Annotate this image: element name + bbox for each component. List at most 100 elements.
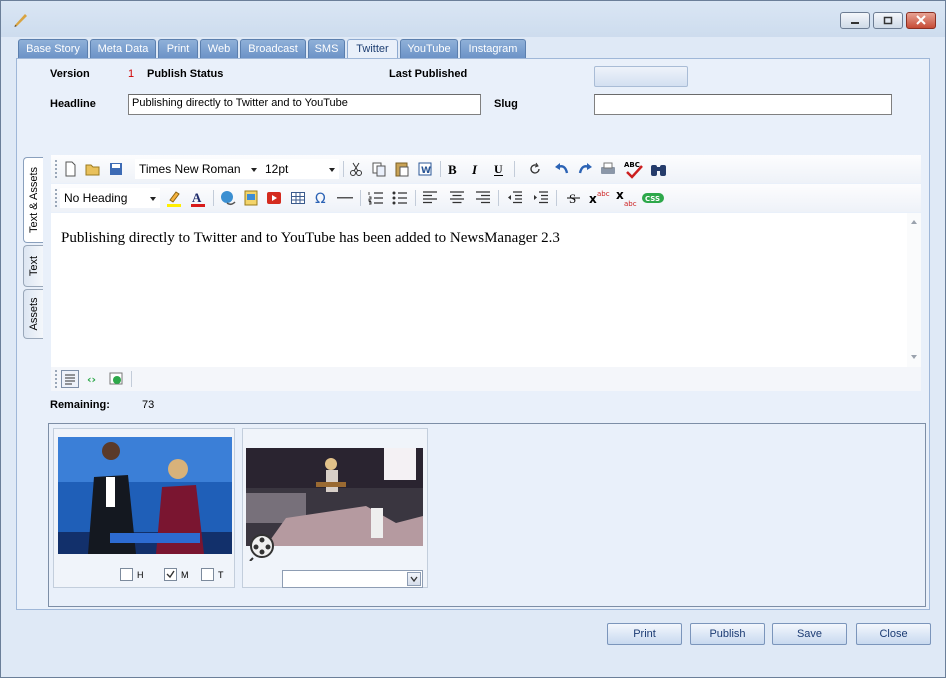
redo-icon[interactable] <box>576 160 594 178</box>
underline-icon[interactable]: U <box>490 160 508 178</box>
main-window: Base Story Meta Data Print Web Broadcast… <box>0 0 946 678</box>
align-left-icon[interactable] <box>421 189 439 207</box>
svg-text:abc: abc <box>624 200 637 207</box>
design-view-icon[interactable] <box>61 370 79 388</box>
side-tab-assets[interactable]: Assets <box>23 289 43 339</box>
save-icon[interactable] <box>107 160 125 178</box>
headline-input[interactable]: Publishing directly to Twitter and to Yo… <box>128 94 481 115</box>
highlight-color-icon[interactable] <box>165 189 183 207</box>
close-button[interactable]: Close <box>856 623 931 645</box>
cut-icon[interactable] <box>347 160 365 178</box>
side-tab-text-assets-label: Text & Assets <box>27 166 40 234</box>
side-tab-text-assets[interactable]: Text & Assets <box>23 157 43 243</box>
checkbox-t[interactable] <box>201 568 214 581</box>
close-window-button[interactable] <box>906 12 936 29</box>
svg-text:A: A <box>192 190 202 205</box>
image-asset-card[interactable]: H M T <box>53 428 235 588</box>
print-button[interactable]: Print <box>607 623 682 645</box>
tab-broadcast[interactable]: Broadcast <box>240 39 306 59</box>
tab-web[interactable]: Web <box>200 39 238 59</box>
css-icon[interactable]: CSS <box>641 189 665 207</box>
special-character-icon[interactable]: Ω <box>312 189 330 207</box>
tab-instagram[interactable]: Instagram <box>460 39 526 59</box>
rich-text-editor[interactable]: Publishing directly to Twitter and to Yo… <box>51 213 921 368</box>
copy-icon[interactable] <box>370 160 388 178</box>
paste-icon[interactable] <box>393 160 411 178</box>
publish-button[interactable]: Publish <box>690 623 765 645</box>
video-select[interactable] <box>282 570 423 588</box>
font-name-value: Times New Roman <box>139 162 241 176</box>
insert-link-icon[interactable] <box>219 189 237 207</box>
preview-icon[interactable] <box>108 370 126 388</box>
checkbox-m[interactable] <box>164 568 177 581</box>
remaining-count: 73 <box>142 399 155 411</box>
find-binoculars-icon[interactable] <box>649 160 669 178</box>
font-name-select[interactable]: Times New Roman <box>135 159 261 179</box>
image-thumbnail <box>58 437 232 554</box>
chevron-down-icon <box>329 168 335 172</box>
slug-label: Slug <box>494 98 518 110</box>
save-button[interactable]: Save <box>772 623 847 645</box>
strikethrough-icon[interactable]: S <box>565 189 583 207</box>
tab-twitter[interactable]: Twitter <box>347 39 398 60</box>
tab-print[interactable]: Print <box>158 39 198 59</box>
remaining-label: Remaining: <box>50 399 110 411</box>
indent-icon[interactable] <box>532 189 550 207</box>
align-right-icon[interactable] <box>474 189 492 207</box>
side-tab-assets-label: Assets <box>27 297 40 331</box>
heading-select[interactable]: No Heading <box>60 188 160 208</box>
insert-table-icon[interactable] <box>289 189 307 207</box>
maximize-button[interactable] <box>873 12 903 29</box>
svg-text:CSS: CSS <box>645 195 660 203</box>
slug-input[interactable] <box>594 94 892 115</box>
last-published-field <box>594 66 688 87</box>
tab-sms[interactable]: SMS <box>308 39 345 59</box>
paste-word-icon[interactable]: W <box>416 160 434 178</box>
print-icon[interactable] <box>599 160 617 178</box>
tab-youtube[interactable]: YouTube <box>400 39 458 59</box>
align-center-icon[interactable] <box>448 189 466 207</box>
svg-text:x: x <box>616 189 624 202</box>
side-tab-text[interactable]: Text <box>23 245 43 287</box>
horizontal-rule-icon[interactable] <box>336 189 354 207</box>
insert-image-icon[interactable] <box>242 189 260 207</box>
new-document-icon[interactable] <box>61 160 79 178</box>
outdent-icon[interactable] <box>506 189 524 207</box>
html-view-icon[interactable]: ‹› <box>85 370 103 388</box>
video-asset-card[interactable] <box>242 428 428 588</box>
svg-text:W: W <box>421 166 431 176</box>
minimize-button[interactable] <box>840 12 870 29</box>
open-folder-icon[interactable] <box>84 160 102 178</box>
checkbox-h-label: H <box>137 570 144 580</box>
spellcheck-icon[interactable]: ABC <box>623 160 645 179</box>
editor-scrollbar[interactable] <box>907 213 921 368</box>
tab-base-story[interactable]: Base Story <box>18 39 88 59</box>
svg-text:Ω: Ω <box>315 191 326 207</box>
subscript-icon[interactable]: x abc <box>615 189 637 207</box>
refresh-icon[interactable] <box>526 160 544 178</box>
toolbar-grip[interactable] <box>55 370 57 388</box>
toolbar-grip[interactable] <box>55 189 57 207</box>
chevron-down-icon <box>251 168 257 172</box>
publish-status-label: Publish Status <box>147 68 224 80</box>
svg-text:x: x <box>589 192 597 206</box>
svg-text:ABC: ABC <box>624 161 640 169</box>
svg-text:U: U <box>494 162 503 176</box>
side-tab-text-label: Text <box>27 255 40 277</box>
font-size-select[interactable]: 12pt <box>261 159 339 179</box>
numbered-list-icon[interactable] <box>367 189 385 207</box>
toolbar-separator <box>360 190 361 206</box>
italic-icon[interactable]: I <box>467 160 485 178</box>
bold-icon[interactable]: B <box>444 160 462 178</box>
toolbar-grip[interactable] <box>55 160 57 178</box>
font-color-icon[interactable]: A <box>189 189 207 207</box>
tab-meta-data[interactable]: Meta Data <box>90 39 156 59</box>
bullet-list-icon[interactable] <box>391 189 409 207</box>
checkbox-h[interactable] <box>120 568 133 581</box>
superscript-icon[interactable]: x abc <box>588 189 610 207</box>
editor-content[interactable]: Publishing directly to Twitter and to Yo… <box>61 230 560 247</box>
insert-video-icon[interactable] <box>265 189 283 207</box>
undo-icon[interactable] <box>553 160 571 178</box>
checkbox-t-label: T <box>218 570 224 580</box>
toolbar-separator <box>213 190 214 206</box>
